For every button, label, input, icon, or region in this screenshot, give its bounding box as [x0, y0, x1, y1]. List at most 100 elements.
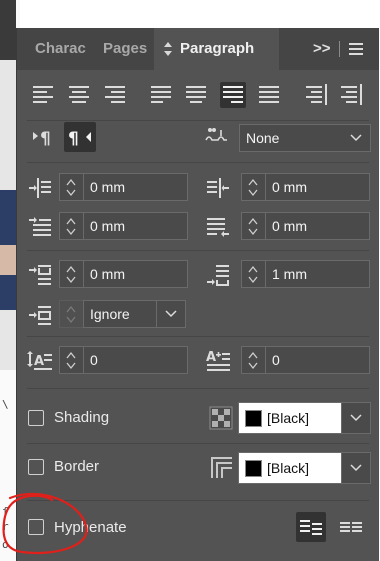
kashida-value: None — [246, 130, 280, 146]
border-label: Border — [54, 458, 100, 475]
right-indent-input[interactable]: 0 mm — [265, 173, 370, 201]
last-line-indent-stepper[interactable] — [241, 212, 265, 240]
chevron-up-icon — [66, 265, 76, 273]
tab-character[interactable]: Charac — [35, 28, 89, 70]
left-indent-stepper[interactable] — [59, 173, 83, 201]
diamond-arrows-icon — [163, 28, 173, 87]
first-line-indent-icon — [27, 214, 53, 240]
span-columns-icon[interactable] — [337, 514, 365, 540]
drop-cap-lines-stepper[interactable] — [59, 346, 83, 374]
drop-cap-characters-icon: A — [205, 347, 231, 373]
svg-text:¶: ¶ — [40, 129, 51, 149]
chevron-down-icon — [248, 362, 258, 370]
space-before-icon — [27, 262, 53, 288]
chevron-down-icon — [165, 310, 177, 318]
shading-color-select[interactable]: [Black] — [238, 402, 371, 434]
border-settings-icon[interactable] — [209, 455, 233, 479]
border-color-dropdown[interactable] — [341, 453, 370, 483]
tab-paragraph-label: Paragraph — [180, 40, 255, 57]
drop-cap-characters-stepper[interactable] — [241, 346, 265, 374]
chevron-down-icon — [248, 189, 258, 197]
left-indent-icon — [27, 175, 53, 201]
shading-checkbox[interactable] — [28, 410, 44, 426]
justify-center-icon[interactable] — [183, 82, 209, 108]
align-away-from-spine-icon[interactable] — [338, 82, 364, 108]
shading-settings-icon[interactable] — [209, 406, 233, 430]
tab-pages[interactable]: Pages — [103, 28, 147, 70]
grid-align-stepper[interactable] — [59, 300, 83, 328]
chevron-up-icon — [66, 217, 76, 225]
chevron-down-icon — [350, 134, 362, 142]
right-indent-icon — [205, 175, 231, 201]
hyphenate-label: Hyphenate — [54, 519, 127, 536]
black-swatch — [245, 460, 262, 477]
panel-tab-bar: Charac Pages Paragraph >> — [17, 28, 379, 70]
chevron-up-icon — [66, 178, 76, 186]
chevron-down-icon — [66, 276, 76, 284]
align-left-icon[interactable] — [31, 82, 57, 108]
chevron-up-icon — [248, 217, 258, 225]
shading-color-value: [Black] — [267, 410, 310, 426]
right-indent-stepper[interactable] — [241, 173, 265, 201]
separator-bar — [339, 41, 340, 57]
chevron-up-icon — [248, 351, 258, 359]
chevron-up-icon — [248, 178, 258, 186]
drop-cap-lines-input[interactable]: 0 — [83, 346, 188, 374]
last-line-indent-icon — [205, 214, 231, 240]
balance-ragged-lines-icon[interactable] — [296, 512, 326, 542]
last-line-indent-input[interactable]: 0 mm — [265, 212, 370, 240]
divider — [27, 336, 369, 337]
divider — [27, 500, 369, 501]
collapse-panels-icon[interactable]: >> — [313, 28, 331, 70]
border-color-select[interactable]: [Black] — [238, 452, 371, 484]
space-before-input[interactable]: 0 mm — [83, 260, 188, 288]
right-to-left-paragraph-icon[interactable]: ¶ — [64, 122, 96, 152]
chevron-up-icon — [66, 351, 76, 359]
chevron-down-icon — [66, 362, 76, 370]
chevron-down-icon — [66, 228, 76, 236]
grid-align-select[interactable]: Ignore — [83, 300, 186, 328]
divider — [27, 250, 369, 251]
align-center-icon[interactable] — [66, 82, 92, 108]
tab-paragraph[interactable]: Paragraph — [154, 28, 279, 70]
chevron-down-icon — [66, 189, 76, 197]
first-line-indent-stepper[interactable] — [59, 212, 83, 240]
left-indent-input[interactable]: 0 mm — [83, 173, 188, 201]
align-right-icon[interactable] — [101, 82, 127, 108]
svg-text:A: A — [206, 350, 216, 365]
shading-color-dropdown[interactable] — [341, 403, 370, 433]
chevron-down-icon — [350, 414, 362, 422]
align-to-grid-icon — [27, 302, 53, 328]
divider — [27, 388, 369, 389]
chevron-down-icon — [350, 464, 362, 472]
dropdown-divider — [156, 301, 157, 327]
border-checkbox[interactable] — [28, 459, 44, 475]
chevron-down-icon — [248, 228, 258, 236]
paragraph-panel: Charac Pages Paragraph >> ¶ ¶ None 0 mm … — [16, 28, 379, 561]
divider — [27, 120, 369, 121]
chevron-down-icon — [66, 316, 76, 324]
kashida-icon — [203, 124, 229, 150]
drop-cap-lines-icon: A — [27, 347, 53, 373]
space-after-input[interactable]: 1 mm — [265, 260, 370, 288]
justify-left-icon[interactable] — [148, 82, 174, 108]
align-towards-spine-icon[interactable] — [303, 82, 329, 108]
kashida-select[interactable]: None — [239, 124, 371, 152]
shading-label: Shading — [54, 409, 110, 426]
drop-cap-characters-input[interactable]: 0 — [265, 346, 370, 374]
space-after-stepper[interactable] — [241, 260, 265, 288]
chevron-up-icon — [248, 265, 258, 273]
justify-all-icon[interactable] — [256, 82, 282, 108]
space-before-stepper[interactable] — [59, 260, 83, 288]
chevron-up-icon — [66, 305, 76, 313]
justify-right-icon[interactable] — [220, 82, 246, 108]
panel-menu-icon[interactable] — [347, 41, 365, 57]
space-after-icon — [205, 262, 231, 288]
hyphenate-checkbox[interactable] — [28, 519, 44, 535]
svg-text:A: A — [34, 354, 44, 369]
divider — [27, 443, 369, 444]
first-line-indent-input[interactable]: 0 mm — [83, 212, 188, 240]
left-to-right-paragraph-icon[interactable]: ¶ — [31, 124, 61, 150]
black-swatch — [245, 410, 262, 427]
divider — [27, 162, 369, 163]
